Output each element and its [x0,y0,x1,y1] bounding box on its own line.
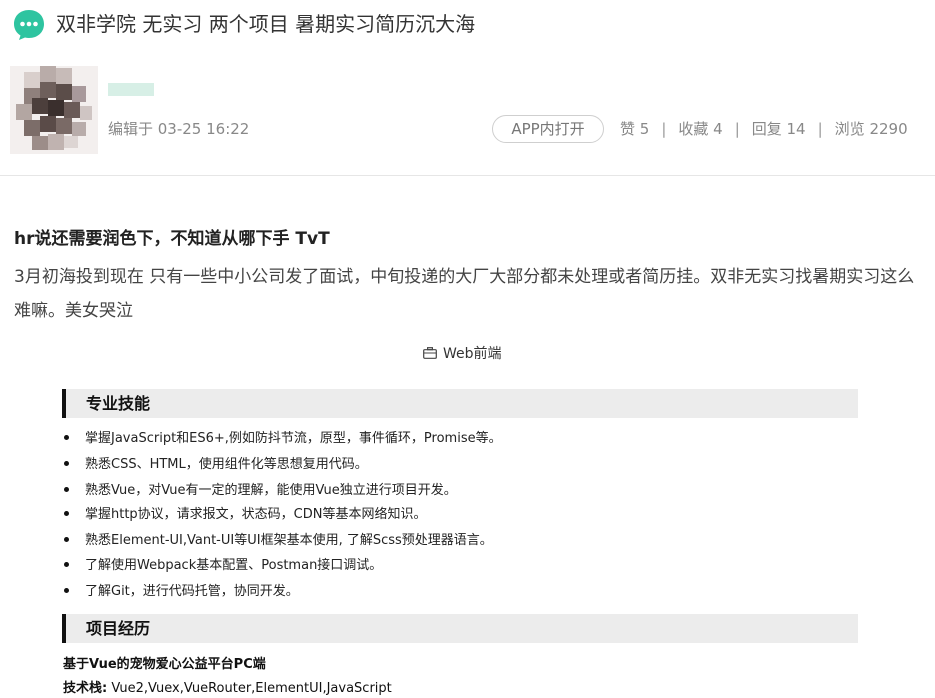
post-heading: hr说还需要润色下，不知道从哪下手 TvT [14,229,330,249]
bullet-icon [64,511,69,516]
avatar[interactable] [10,66,98,154]
post-body: 3月初海投到现在 只有一些中小公司发了面试，中旬投递的大厂大部分都未处理或者简历… [14,267,915,321]
view-count: 浏览 2290 [834,120,908,138]
header-divider [0,175,935,176]
bullet-icon [64,487,69,492]
section-marker [62,389,66,418]
post-header: 双非学院 无实习 两个项目 暑期实习简历沉大海 [0,0,935,50]
section-projects: 项目经历 [62,614,858,643]
page-title: 双非学院 无实习 两个项目 暑期实习简历沉大海 [56,12,476,36]
skill-item: 熟悉Element-UI,Vant-UI等UI框架基本使用, 了解Scss预处理… [64,532,493,550]
stat-separator: | [661,120,667,138]
open-in-app-button[interactable]: APP内打开 [492,115,604,143]
tech-stack-label: 技术栈: [63,681,108,696]
edited-timestamp: 编辑于 03-25 16:22 [108,120,250,138]
resume-image[interactable]: Web前端 专业技能 掌握JavaScript和ES6+,例如防抖节流，原型，事… [18,342,917,698]
project-name: 基于Vue的宠物爱心公益平台PC端 [63,657,266,672]
job-target-label: Web前端 [443,346,502,362]
section-skills: 专业技能 [62,389,858,418]
bullet-icon [64,562,69,567]
skill-item: 熟悉Vue，对Vue有一定的理解，能使用Vue独立进行项目开发。 [64,482,457,500]
section-title: 项目经历 [86,619,151,638]
reply-count[interactable]: 回复 14 [752,119,806,139]
skill-item: 掌握http协议，请求报文，状态码，CDN等基本网络知识。 [64,506,427,524]
like-count[interactable]: 赞 5 [620,119,649,139]
stat-separator: | [817,120,823,138]
favorite-count[interactable]: 收藏 4 [678,119,722,139]
section-marker [62,614,66,643]
skill-item: 掌握JavaScript和ES6+,例如防抖节流，原型，事件循环，Promise… [64,430,502,448]
bullet-icon [64,461,69,466]
skill-item: 了解使用Webpack基本配置、Postman接口调试。 [64,557,382,575]
skill-item: 熟悉CSS、HTML，使用组件化等思想复用代码。 [64,456,368,474]
job-target: Web前端 [423,342,502,364]
briefcase-icon [423,347,437,359]
chat-bubble-icon [14,10,44,40]
bullet-icon [64,588,69,593]
skill-item: 了解Git，进行代码托管，协同开发。 [64,583,299,601]
bullet-icon [64,435,69,440]
post-stats: 赞 5 | 收藏 4 | 回复 14 | 浏览 2290 [620,119,908,139]
section-title: 专业技能 [86,394,151,413]
bullet-icon [64,537,69,542]
username-placeholder[interactable] [108,83,154,96]
stat-separator: | [734,120,740,138]
project-tech-stack: 技术栈: Vue2,Vuex,VueRouter,ElementUI,JavaS… [63,680,392,698]
tech-stack-value: Vue2,Vuex,VueRouter,ElementUI,JavaScript [107,681,392,696]
